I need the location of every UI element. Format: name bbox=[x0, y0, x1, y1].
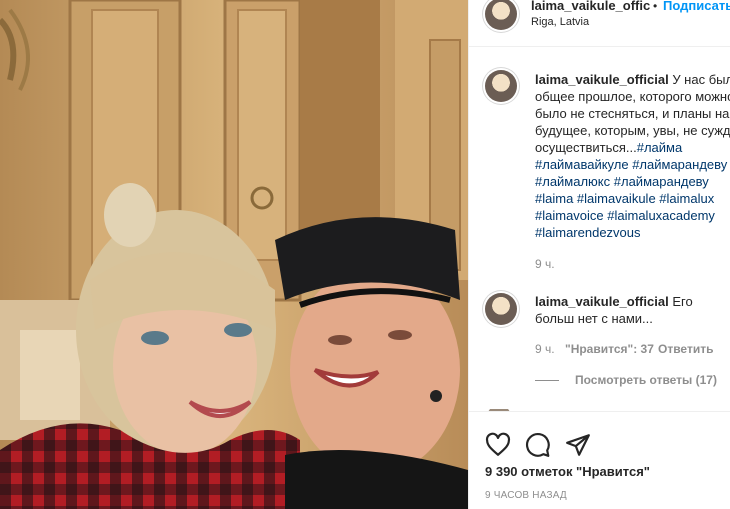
post-sidebar: laima_vaikule_offic • Подписаться Riga, … bbox=[468, 0, 730, 509]
comment-likes-label: "Нравится": 37 bbox=[565, 342, 654, 356]
share-icon[interactable] bbox=[565, 432, 591, 458]
view-replies-button[interactable]: Посмотреть ответы (17) bbox=[535, 373, 717, 387]
hashtag-line[interactable]: #лаймавайкуле #лаймарандеву bbox=[535, 156, 730, 173]
reply-label: Ответить bbox=[658, 342, 714, 356]
location-link[interactable]: Riga, Latvia bbox=[531, 16, 589, 28]
hashtag-line[interactable]: #лайма bbox=[637, 140, 682, 155]
hashtag-line[interactable]: #laima #laimavaikule #laimalux bbox=[535, 190, 730, 207]
selfie-image bbox=[0, 0, 468, 509]
hashtag-line[interactable]: #лаймалюкс #лаймарандеву bbox=[535, 173, 730, 190]
post-header: laima_vaikule_offic • Подписаться Riga, … bbox=[469, 0, 730, 47]
comment-likes[interactable]: "Нравится": 37 bbox=[565, 342, 654, 356]
avatar[interactable] bbox=[485, 0, 517, 30]
replies-divider bbox=[535, 380, 559, 382]
comment-time[interactable]: 9 ч. bbox=[535, 342, 555, 356]
view-replies-label: Посмотреть ответы (17) bbox=[575, 373, 717, 387]
comment-icon[interactable] bbox=[525, 432, 551, 458]
heart-icon[interactable] bbox=[485, 432, 511, 458]
hashtag-line[interactable]: #laimavoice #laimaluxacademy bbox=[535, 207, 730, 224]
comment-text: laima_vaikule_official Его больш нет с н… bbox=[535, 293, 725, 327]
hashtag-line[interactable]: #laimarendezvous bbox=[535, 224, 730, 241]
caption-avatar[interactable] bbox=[485, 70, 517, 102]
likes-count[interactable]: 9 390 отметок "Нравится" bbox=[485, 464, 650, 479]
comment-username[interactable]: laima_vaikule_official bbox=[535, 294, 669, 309]
follow-button[interactable]: Подписаться bbox=[663, 0, 730, 13]
comments-list[interactable]: laima_vaikule_official У нас был общее п… bbox=[469, 47, 730, 411]
caption-text: laima_vaikule_official У нас был общее п… bbox=[535, 71, 730, 241]
comment-avatar[interactable] bbox=[485, 293, 517, 325]
instagram-post: laima_vaikule_offic • Подписаться Riga, … bbox=[0, 0, 730, 509]
caption-username[interactable]: laima_vaikule_official bbox=[535, 72, 669, 87]
post-actions: 9 390 отметок "Нравится" 9 ЧАСОВ НАЗАД bbox=[469, 411, 730, 509]
separator-dot: • bbox=[653, 0, 658, 13]
reply-button[interactable]: Ответить bbox=[658, 342, 713, 356]
post-time[interactable]: 9 ЧАСОВ НАЗАД bbox=[485, 490, 567, 501]
header-username[interactable]: laima_vaikule_offic bbox=[531, 0, 650, 13]
caption-time[interactable]: 9 ч. bbox=[535, 257, 555, 271]
post-photo[interactable] bbox=[0, 0, 468, 509]
